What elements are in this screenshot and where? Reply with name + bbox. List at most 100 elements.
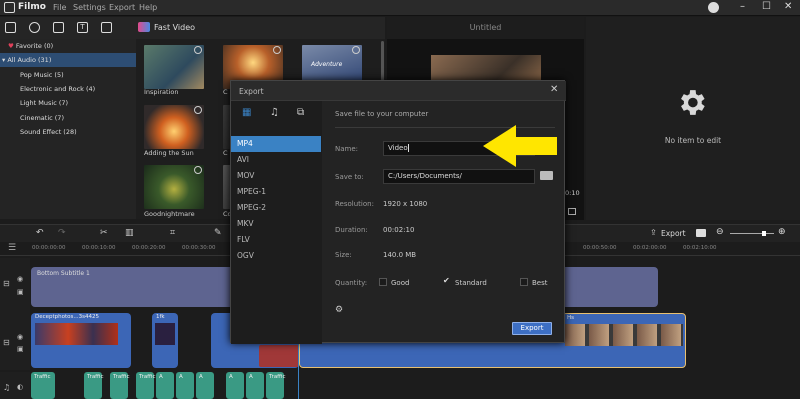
- audio-clip[interactable]: A: [196, 372, 214, 399]
- download-icon[interactable]: [194, 46, 202, 54]
- text-icon[interactable]: T: [77, 22, 88, 33]
- format-mkv[interactable]: MKV: [231, 216, 321, 232]
- effects-icon[interactable]: [29, 22, 40, 33]
- duration-value: 00:02:10: [383, 226, 415, 234]
- export-dialog: Export ✕ ▦ ♫ ⧉ MP4 AVI MOV MPEG-1 MPEG-2…: [230, 80, 566, 344]
- zoom-in-icon[interactable]: ⊕: [778, 227, 786, 237]
- download-icon[interactable]: [273, 46, 281, 54]
- subtitle-track-icon: ⊟: [3, 279, 10, 288]
- eye-icon[interactable]: ◉: [17, 333, 23, 341]
- duration-label: Duration:: [335, 226, 368, 234]
- audio-clip[interactable]: Traffic: [110, 372, 130, 399]
- video-clip-frames: [155, 323, 175, 345]
- format-mpeg1[interactable]: MPEG-1: [231, 184, 321, 200]
- zoom-out-icon[interactable]: ⊖: [716, 227, 724, 237]
- track-menu-icon[interactable]: ☰: [8, 243, 16, 253]
- timeline-export-label[interactable]: Export: [661, 229, 686, 238]
- minimize-icon[interactable]: –: [740, 1, 745, 12]
- eye-icon[interactable]: ◉: [17, 275, 23, 283]
- user-icon[interactable]: [708, 2, 719, 13]
- format-mp4[interactable]: MP4: [231, 136, 321, 152]
- delete-icon[interactable]: ▥: [125, 228, 134, 238]
- format-avi[interactable]: AVI: [231, 152, 321, 168]
- zoom-slider[interactable]: [730, 233, 774, 234]
- quality-good-checkbox[interactable]: [379, 278, 387, 286]
- menu-settings[interactable]: Settings: [73, 3, 106, 12]
- sidebar-item-favorite[interactable]: ♥ Favorite (0): [0, 39, 136, 53]
- properties-panel: No item to edit: [586, 17, 800, 220]
- title-bar: Filmo File Settings Export Help – ☐ ✕: [0, 0, 800, 16]
- quality-standard-checkbox[interactable]: ✔: [443, 276, 450, 285]
- format-flv[interactable]: FLV: [231, 232, 321, 248]
- edit-icon[interactable]: ✎: [214, 228, 222, 238]
- export-button[interactable]: Export: [512, 322, 552, 335]
- menu-file[interactable]: File: [53, 3, 66, 12]
- audio-clip[interactable]: Traffic: [136, 372, 156, 399]
- sidebar-item-pop[interactable]: Pop Music (5): [0, 68, 136, 82]
- split-icon[interactable]: ✂: [100, 228, 108, 238]
- audio-format-icon[interactable]: ♫: [270, 107, 279, 118]
- fast-video-icon[interactable]: [138, 22, 150, 32]
- audio-clip[interactable]: A: [176, 372, 194, 399]
- media-label: Inspiration: [144, 88, 179, 96]
- sidebar-item-electronic[interactable]: Electronic and Rock (4): [0, 82, 136, 96]
- format-mov[interactable]: MOV: [231, 168, 321, 184]
- ruler-tick: 00:02:00:00: [633, 245, 667, 251]
- transition-icon[interactable]: [53, 22, 64, 33]
- zoom-handle[interactable]: [762, 231, 766, 236]
- video-format-icon[interactable]: ▦: [242, 107, 251, 118]
- lock-icon[interactable]: ▣: [17, 345, 24, 353]
- close-icon[interactable]: ✕: [784, 1, 792, 12]
- quality-good-label: Good: [391, 279, 410, 287]
- video-clip-frames: [565, 324, 683, 346]
- redo-icon[interactable]: ↷: [58, 228, 66, 238]
- format-ogv[interactable]: OGV: [231, 248, 321, 264]
- audio-clip[interactable]: A: [156, 372, 174, 399]
- download-icon[interactable]: [194, 106, 202, 114]
- audio-clip-label: A: [199, 374, 203, 380]
- media-icon[interactable]: [5, 22, 16, 33]
- audio-clip[interactable]: A: [226, 372, 244, 399]
- video-clip[interactable]: 1fk: [152, 313, 178, 368]
- fast-video-label[interactable]: Fast Video: [154, 23, 195, 32]
- keyboard-icon[interactable]: [696, 229, 706, 237]
- fullscreen-icon[interactable]: [568, 208, 576, 215]
- sidebar-item-sound-effect[interactable]: Sound Effect (28): [0, 125, 136, 139]
- folder-icon[interactable]: [540, 171, 553, 180]
- download-icon[interactable]: [194, 166, 202, 174]
- audio-sidebar: ♥ Favorite (0) ▾ All Audio (31) Pop Musi…: [0, 39, 136, 219]
- timeline-export-icon[interactable]: ⇪: [650, 228, 657, 237]
- volume-icon[interactable]: ◐: [17, 383, 23, 391]
- device-format-icon[interactable]: ⧉: [297, 107, 304, 118]
- subtitle-track-header: ⊟ ◉ ▣: [0, 258, 30, 310]
- text-cursor: [407, 144, 409, 152]
- audio-clip[interactable]: A: [246, 372, 264, 399]
- video-clip[interactable]: Deceptphotos...3s4425: [31, 313, 131, 368]
- audio-clip[interactable]: Traffic: [84, 372, 104, 399]
- transition-block[interactable]: [259, 345, 299, 367]
- menu-help[interactable]: Help: [139, 3, 157, 12]
- undo-icon[interactable]: ↶: [36, 228, 44, 238]
- audio-clip[interactable]: Traffic: [31, 372, 55, 399]
- format-mpeg2[interactable]: MPEG-2: [231, 200, 321, 216]
- crop-icon[interactable]: ⌗: [170, 228, 175, 238]
- size-value: 140.0 MB: [383, 251, 417, 259]
- media-scrollbar[interactable]: [381, 41, 384, 81]
- sidebar-item-light[interactable]: Light Music (7): [0, 96, 136, 110]
- menu-export[interactable]: Export: [109, 3, 135, 12]
- sidebar-item-all-audio[interactable]: ▾ All Audio (31): [0, 53, 136, 67]
- download-icon[interactable]: [352, 46, 360, 54]
- maximize-icon[interactable]: ☐: [762, 1, 771, 12]
- audio-clip[interactable]: Traffic: [266, 372, 286, 399]
- sticker-icon[interactable]: [101, 22, 112, 33]
- settings-gear-icon[interactable]: ⚙: [335, 305, 343, 315]
- heart-icon: ♥: [8, 42, 16, 50]
- dialog-close-icon[interactable]: ✕: [550, 84, 558, 95]
- quality-best-checkbox[interactable]: [520, 278, 528, 286]
- sidebar-item-cinematic[interactable]: Cinematic (7): [0, 111, 136, 125]
- lock-icon[interactable]: ▣: [17, 288, 24, 296]
- saveto-field[interactable]: C:/Users/Documents/: [383, 169, 535, 184]
- video-clip-label: Hs: [567, 315, 575, 321]
- video-track-icon: ⊟: [3, 338, 10, 347]
- format-panel: ▦ ♫ ⧉ MP4 AVI MOV MPEG-1 MPEG-2 MKV FLV …: [231, 101, 322, 344]
